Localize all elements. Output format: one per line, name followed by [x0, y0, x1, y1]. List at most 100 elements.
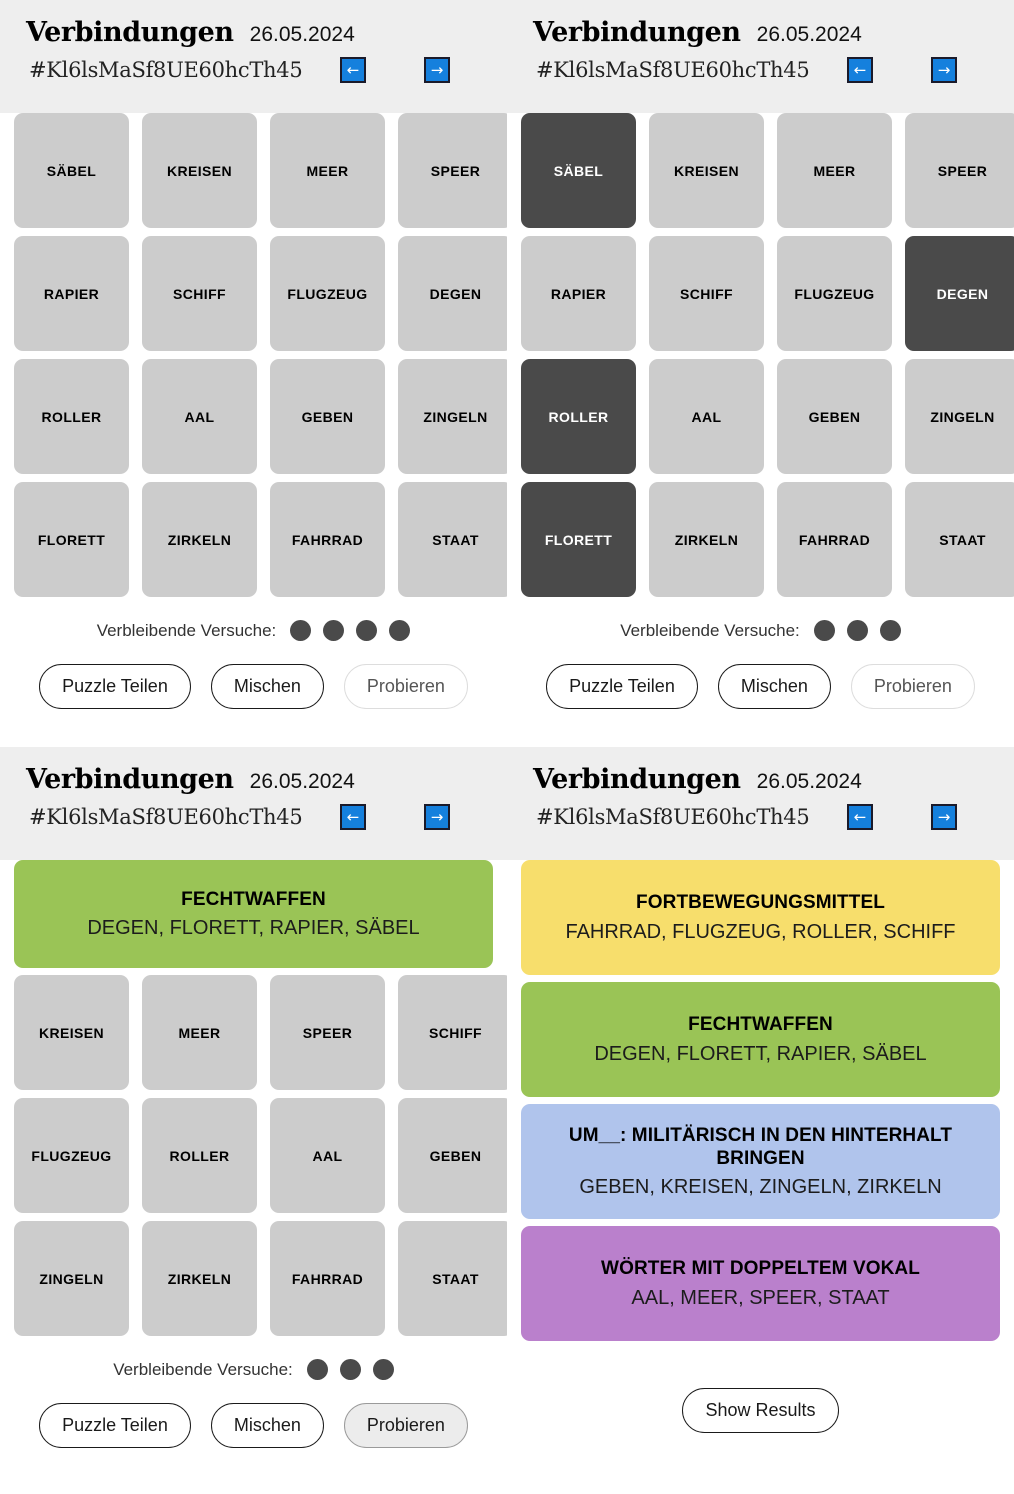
category-words: DEGEN, FLORETT, RAPIER, SÄBEL [87, 917, 420, 940]
category-words: AAL, MEER, SPEER, STAAT [631, 1286, 890, 1309]
word-tile[interactable]: FLUGZEUG [14, 1098, 129, 1213]
game-header: Verbindungen 26.05.2024 #Kl6lsMaSf8UE60h… [0, 747, 507, 860]
word-tile[interactable]: SCHIFF [649, 236, 764, 351]
panel-all-solved: Verbindungen 26.05.2024 #Kl6lsMaSf8UE60h… [507, 747, 1014, 1494]
word-tile[interactable]: SÄBEL [14, 113, 129, 228]
word-tile[interactable]: DEGEN [905, 236, 1014, 351]
panel-body: FORTBEWEGUNGSMITTEL FAHRRAD, FLUGZEUG, RO… [507, 860, 1014, 1494]
page-title: Verbindungen [26, 764, 234, 795]
nav-buttons: ← → [340, 804, 507, 830]
nav-buttons: ← → [847, 57, 1014, 83]
prev-arrow-icon[interactable]: ← [847, 804, 873, 830]
attempt-dot [306, 1359, 328, 1380]
header-title-row: Verbindungen 26.05.2024 [0, 19, 507, 46]
next-arrow-icon[interactable]: → [424, 57, 450, 83]
word-tile[interactable]: ROLLER [14, 359, 129, 474]
word-tile[interactable]: GEBEN [398, 1098, 507, 1213]
word-tile[interactable]: ROLLER [521, 359, 636, 474]
word-tile[interactable]: ZIRKELN [142, 482, 257, 597]
word-tile[interactable]: FAHRRAD [777, 482, 892, 597]
word-tile[interactable]: SPEER [905, 113, 1014, 228]
word-tile[interactable]: SÄBEL [521, 113, 636, 228]
word-tile[interactable]: SCHIFF [142, 236, 257, 351]
word-tile[interactable]: DEGEN [398, 236, 507, 351]
attempts-row: Verbleibende Versuche: [14, 1359, 493, 1380]
word-tile[interactable]: ZINGELN [398, 359, 507, 474]
word-tile[interactable]: STAAT [398, 482, 507, 597]
submit-button[interactable]: Probieren [343, 664, 468, 709]
share-button[interactable]: Puzzle Teilen [546, 664, 698, 709]
share-button[interactable]: Puzzle Teilen [39, 1403, 191, 1448]
header-title-row: Verbindungen 26.05.2024 [507, 19, 1014, 46]
word-tile[interactable]: GEBEN [270, 359, 385, 474]
word-tile[interactable]: ZINGELN [905, 359, 1014, 474]
puzzle-date: 26.05.2024 [756, 23, 862, 46]
word-tile[interactable]: MEER [270, 113, 385, 228]
word-tile[interactable]: ZINGELN [14, 1221, 129, 1336]
solved-category-fechtwaffen: FECHTWAFFEN DEGEN, FLORETT, RAPIER, SÄBEL [14, 860, 493, 968]
word-tile[interactable]: MEER [777, 113, 892, 228]
word-tile[interactable]: MEER [142, 975, 257, 1090]
next-arrow-icon[interactable]: → [931, 804, 957, 830]
word-tile[interactable]: FAHRRAD [270, 482, 385, 597]
word-tile[interactable]: SPEER [270, 975, 385, 1090]
prev-arrow-icon[interactable]: ← [847, 57, 873, 83]
word-tile[interactable]: AAL [270, 1098, 385, 1213]
word-tile[interactable]: STAAT [398, 1221, 507, 1336]
category-words: DEGEN, FLORETT, RAPIER, SÄBEL [594, 1042, 927, 1065]
attempts-label: Verbleibende Versuche: [113, 1359, 293, 1379]
word-tile[interactable]: AAL [142, 359, 257, 474]
next-arrow-icon[interactable]: → [931, 57, 957, 83]
word-tile[interactable]: KREISEN [142, 113, 257, 228]
shuffle-button[interactable]: Mischen [210, 664, 324, 709]
word-tile[interactable]: STAAT [905, 482, 1014, 597]
puzzle-date: 26.05.2024 [756, 770, 862, 793]
word-tile[interactable]: FAHRRAD [270, 1221, 385, 1336]
attempt-dot [356, 620, 378, 641]
word-tile[interactable]: FLORETT [521, 482, 636, 597]
word-tile[interactable]: RAPIER [14, 236, 129, 351]
word-tile[interactable]: ZIRKELN [142, 1221, 257, 1336]
word-tile[interactable]: SCHIFF [398, 975, 507, 1090]
puzzle-hash: #Kl6lsMaSf8UE60hcTh45 [29, 804, 303, 829]
shuffle-button[interactable]: Mischen [717, 664, 831, 709]
show-results-button[interactable]: Show Results [682, 1388, 839, 1433]
attempts-row: Verbleibende Versuche: [521, 620, 1000, 641]
word-tile[interactable]: RAPIER [521, 236, 636, 351]
shuffle-button[interactable]: Mischen [210, 1403, 324, 1448]
attempt-dot [323, 620, 345, 641]
submit-button[interactable]: Probieren [343, 1403, 468, 1448]
word-tile[interactable]: SPEER [398, 113, 507, 228]
game-header: Verbindungen 26.05.2024 #Kl6lsMaSf8UE60h… [507, 0, 1014, 113]
word-tile[interactable]: FLUGZEUG [270, 236, 385, 351]
panel-body: FECHTWAFFEN DEGEN, FLORETT, RAPIER, SÄBEL… [0, 860, 507, 1494]
panel-initial-board: Verbindungen 26.05.2024 #Kl6lsMaSf8UE60h… [0, 0, 507, 747]
prev-arrow-icon[interactable]: ← [340, 804, 366, 830]
attempts-label: Verbleibende Versuche: [96, 620, 277, 640]
header-hash-row: #Kl6lsMaSf8UE60hcTh45 ← → [507, 57, 1014, 83]
word-tile[interactable]: KREISEN [649, 113, 764, 228]
word-tile[interactable]: FLORETT [14, 482, 129, 597]
action-buttons: Puzzle Teilen Mischen Probieren [521, 664, 1000, 709]
word-tile[interactable]: FLUGZEUG [777, 236, 892, 351]
panel-one-solved: Verbindungen 26.05.2024 #Kl6lsMaSf8UE60h… [0, 747, 507, 1494]
word-tile[interactable]: GEBEN [777, 359, 892, 474]
share-button[interactable]: Puzzle Teilen [39, 664, 191, 709]
puzzle-hash: #Kl6lsMaSf8UE60hcTh45 [536, 57, 810, 82]
page-title: Verbindungen [26, 17, 234, 48]
prev-arrow-icon[interactable]: ← [340, 57, 366, 83]
nav-buttons: ← → [847, 804, 1014, 830]
word-tile[interactable]: ZIRKELN [649, 482, 764, 597]
next-arrow-icon[interactable]: → [424, 804, 450, 830]
word-tile[interactable]: AAL [649, 359, 764, 474]
game-header: Verbindungen 26.05.2024 #Kl6lsMaSf8UE60h… [0, 0, 507, 113]
page-title: Verbindungen [533, 17, 741, 48]
puzzle-date: 26.05.2024 [249, 770, 355, 793]
word-tile[interactable]: KREISEN [14, 975, 129, 1090]
submit-button[interactable]: Probieren [850, 664, 975, 709]
category-title: FORTBEWEGUNGSMITTEL [636, 892, 885, 914]
solved-category-fortbewegungsmittel: FORTBEWEGUNGSMITTEL FAHRRAD, FLUGZEUG, RO… [521, 860, 1000, 975]
word-tile[interactable]: ROLLER [142, 1098, 257, 1213]
action-buttons: Puzzle Teilen Mischen Probieren [14, 1403, 493, 1448]
attempts-row: Verbleibende Versuche: [14, 620, 493, 641]
